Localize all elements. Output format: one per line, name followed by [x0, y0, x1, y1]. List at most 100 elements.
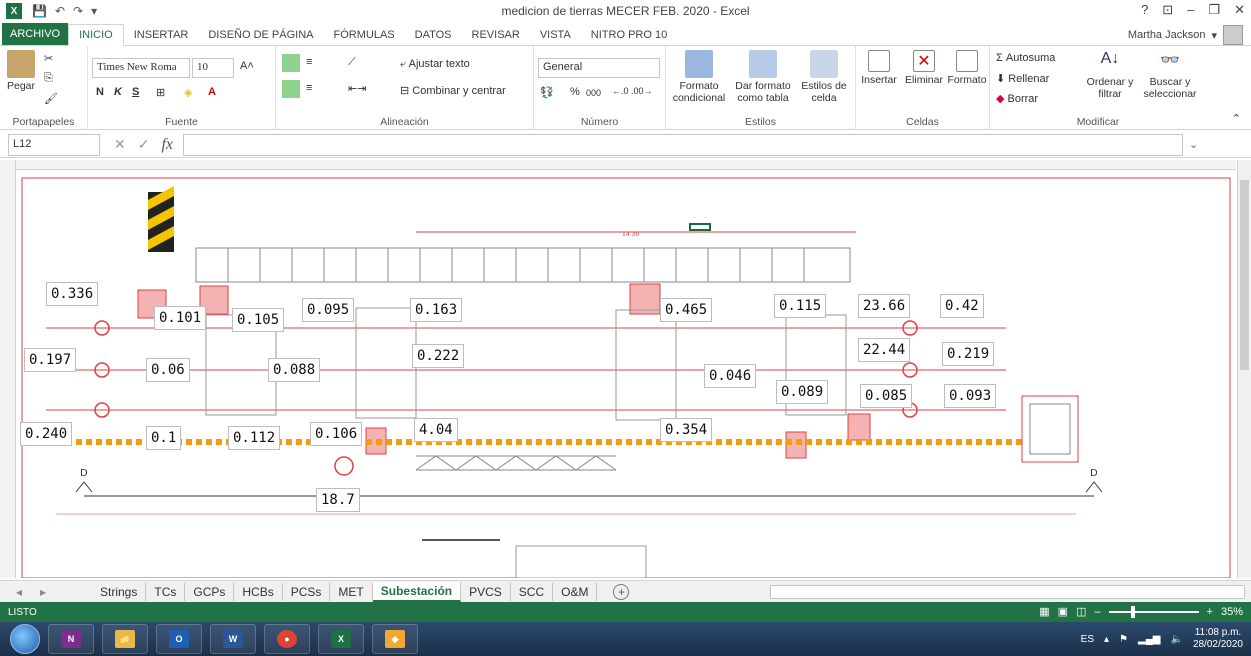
measurement-label[interactable]: 0.1	[146, 426, 182, 450]
measurement-label[interactable]: 0.465	[660, 298, 713, 322]
tab-inicio[interactable]: INICIO	[68, 24, 124, 46]
taskbar-word[interactable]: W	[210, 624, 256, 654]
customize-qat-icon[interactable]: ▾	[91, 4, 97, 18]
worksheet[interactable]: 14.30 D D 0.336 0.101 0.105 0.095 0.163 …	[0, 160, 1251, 578]
measurement-label[interactable]: 4.04	[414, 418, 458, 442]
measurement-label[interactable]: 0.219	[942, 342, 995, 366]
measurement-label[interactable]: 0.222	[412, 344, 465, 368]
cell-styles-button[interactable]: Estilos de celda	[796, 50, 852, 104]
font-size-select[interactable]: 10	[192, 58, 234, 78]
measurement-label[interactable]: 0.046	[704, 364, 757, 388]
wrap-text-button[interactable]: ⤶ Ajustar texto	[400, 58, 470, 71]
normal-view-icon[interactable]: ▦	[1039, 605, 1049, 618]
measurement-label[interactable]: 0.336	[46, 282, 99, 306]
redo-icon[interactable]: ↷	[73, 4, 83, 18]
save-icon[interactable]: 💾	[32, 4, 47, 18]
add-sheet-button[interactable]: +	[613, 583, 630, 600]
tab-nitro[interactable]: NITRO PRO 10	[581, 25, 677, 45]
minimize-button[interactable]: –	[1187, 2, 1194, 18]
zoom-in-icon[interactable]: +	[1207, 606, 1213, 618]
measurement-label[interactable]: 0.354	[660, 418, 713, 442]
tab-insertar[interactable]: INSERTAR	[124, 25, 199, 45]
user-account[interactable]: Martha Jackson ▾	[1128, 25, 1243, 45]
grow-font-icon[interactable]: A˄	[240, 60, 254, 72]
flag-icon[interactable]: ⚑	[1119, 634, 1128, 645]
italic-button[interactable]: K	[114, 86, 122, 98]
format-painter-icon[interactable]: 🖌	[44, 92, 58, 105]
center-icon[interactable]: ≡	[306, 82, 312, 94]
sheet-tab-hcbs[interactable]: HCBs	[234, 582, 283, 601]
tab-formulas[interactable]: FÓRMULAS	[324, 25, 405, 45]
sheet-tab-subestacion[interactable]: Subestación	[372, 581, 462, 602]
sheet-tab-strings[interactable]: Strings	[92, 582, 147, 601]
bold-button[interactable]: N	[96, 86, 104, 98]
measurement-label[interactable]: 0.093	[944, 384, 997, 408]
taskbar-excel[interactable]: X	[318, 624, 364, 654]
format-cells-button[interactable]: Formato	[946, 50, 988, 86]
tab-datos[interactable]: DATOS	[405, 25, 462, 45]
insert-function-button[interactable]: fx	[161, 136, 173, 154]
language-indicator[interactable]: ES	[1081, 634, 1094, 645]
align-left-icon[interactable]	[282, 80, 300, 98]
paste-button[interactable]: Pegar	[4, 50, 38, 92]
measurement-label[interactable]: 0.240	[20, 422, 73, 446]
expand-formula-icon[interactable]: ⌄	[1189, 138, 1198, 151]
restore-button[interactable]: ❐	[1208, 2, 1220, 18]
measurement-label[interactable]: 0.42	[940, 294, 984, 318]
sheet-tab-scc[interactable]: SCC	[511, 582, 554, 601]
tab-diseno-pagina[interactable]: DISEÑO DE PÁGINA	[198, 25, 323, 45]
measurement-label[interactable]: 0.105	[232, 308, 285, 332]
format-as-table-button[interactable]: Dar formato como tabla	[732, 50, 794, 104]
prev-sheet-icon[interactable]: ◂	[16, 585, 22, 599]
find-select-button[interactable]: 👓 Buscar y seleccionar	[1140, 50, 1200, 100]
conditional-format-button[interactable]: Formato condicional	[668, 50, 730, 104]
tab-archivo[interactable]: ARCHIVO	[2, 23, 69, 45]
ribbon-display-icon[interactable]: ⊡	[1162, 2, 1173, 18]
font-color-icon[interactable]: A	[208, 86, 216, 98]
measurement-label[interactable]: 0.095	[302, 298, 355, 322]
autosum-button[interactable]: Σ Autosuma	[996, 52, 1055, 64]
fill-color-icon[interactable]: ◈	[184, 86, 192, 99]
clock[interactable]: 11:08 p.m. 28/02/2020	[1193, 627, 1243, 651]
insert-cells-button[interactable]: Insertar	[858, 50, 900, 86]
undo-icon[interactable]: ↶	[55, 4, 65, 18]
clear-button[interactable]: ◆ Borrar	[996, 92, 1038, 105]
tab-vista[interactable]: VISTA	[530, 25, 581, 45]
measurement-label[interactable]: 23.66	[858, 294, 911, 318]
taskbar-outlook[interactable]: O	[156, 624, 202, 654]
measurement-label[interactable]: 0.112	[228, 426, 281, 450]
cut-icon[interactable]: ✂	[44, 52, 53, 65]
zoom-out-icon[interactable]: –	[1094, 606, 1100, 618]
sort-filter-button[interactable]: A↓ Ordenar y filtrar	[1082, 50, 1138, 100]
delete-cells-button[interactable]: ✕ Eliminar	[902, 50, 946, 86]
measurement-label[interactable]: 0.101	[154, 306, 207, 330]
align-top-icon[interactable]	[282, 54, 300, 72]
sheet-tab-met[interactable]: MET	[330, 582, 373, 601]
font-name-select[interactable]: Times New Roma	[92, 58, 190, 78]
page-break-icon[interactable]: ◫	[1076, 605, 1086, 618]
help-button[interactable]: ?	[1141, 2, 1148, 18]
fill-button[interactable]: ⬇ Rellenar	[996, 72, 1049, 85]
borders-icon[interactable]: ⊞	[156, 86, 165, 99]
taskbar-onenote[interactable]: N	[48, 624, 94, 654]
underline-button[interactable]: S	[132, 86, 139, 98]
orientation-icon[interactable]: ⟋	[348, 56, 356, 69]
show-hidden-icon[interactable]: ▴	[1104, 634, 1109, 645]
measurement-label[interactable]: 0.088	[268, 358, 321, 382]
sheet-tab-pvcs[interactable]: PVCS	[461, 582, 511, 601]
indent-icon[interactable]: ⇤⇥	[348, 82, 366, 95]
measurement-label[interactable]: 0.197	[24, 348, 77, 372]
zoom-slider[interactable]	[1108, 605, 1199, 618]
taskbar-explorer[interactable]: 📁	[102, 624, 148, 654]
sheet-tab-pcss[interactable]: PCSs	[283, 582, 331, 601]
measurement-label[interactable]: 0.085	[860, 384, 913, 408]
measurement-label[interactable]: 18.7	[316, 488, 360, 512]
close-button[interactable]: ✕	[1234, 2, 1245, 18]
thousands-button[interactable]: 000	[586, 88, 601, 98]
align-middle-icon[interactable]: ≡	[306, 56, 312, 68]
vertical-scrollbar[interactable]	[1237, 160, 1251, 578]
measurement-label[interactable]: 0.115	[774, 294, 827, 318]
percent-button[interactable]: %	[570, 86, 580, 98]
sheet-tab-om[interactable]: O&M	[553, 582, 598, 601]
zoom-thumb[interactable]	[1130, 605, 1135, 618]
